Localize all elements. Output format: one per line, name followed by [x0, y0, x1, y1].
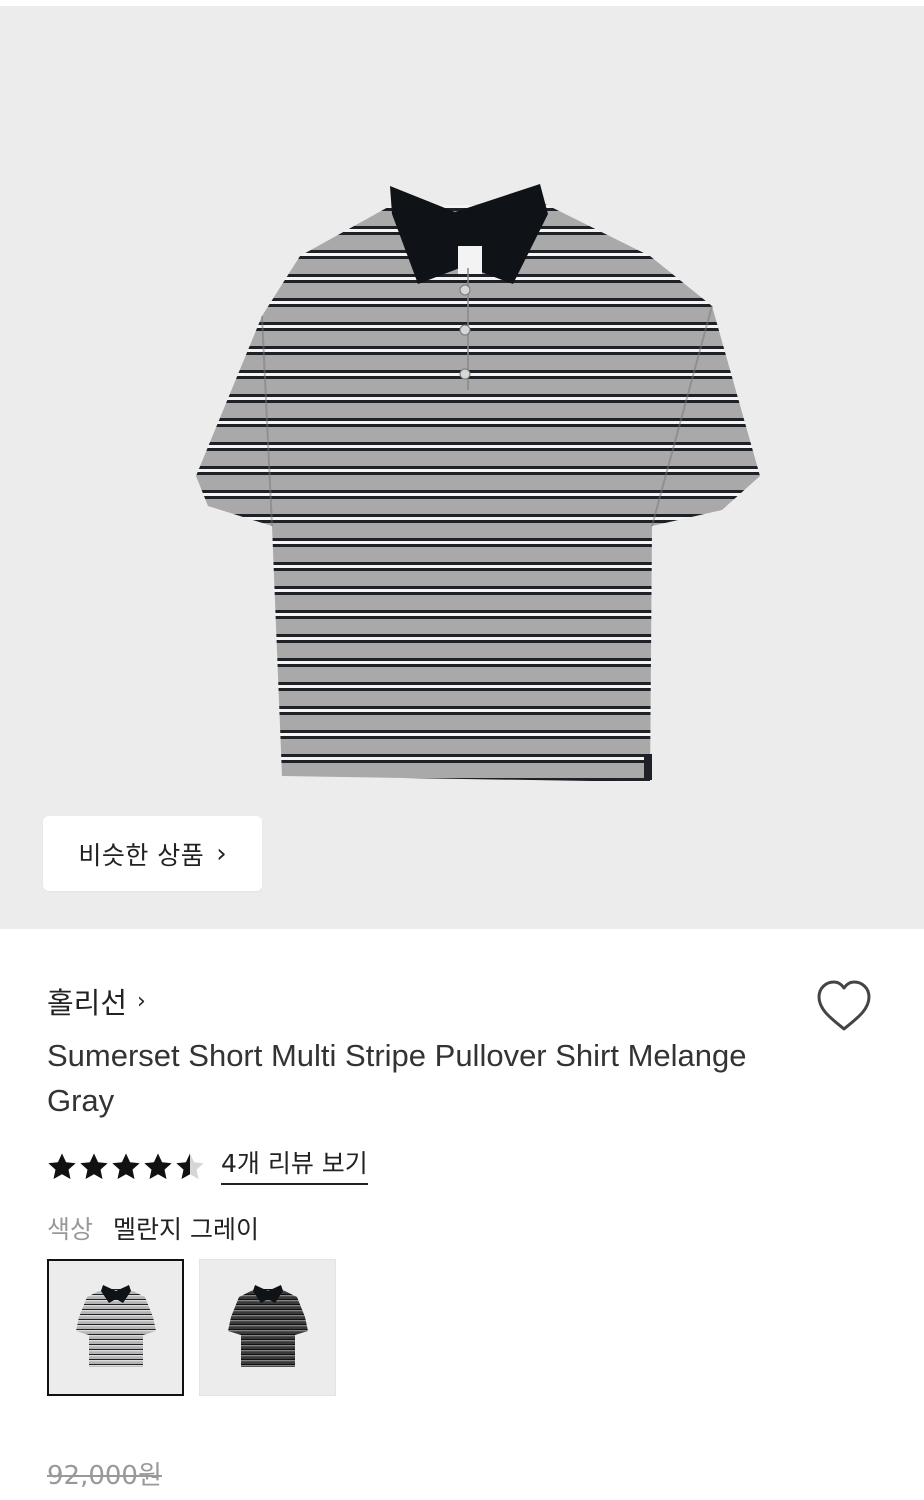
- star-icon: [144, 1153, 172, 1179]
- product-image-area: 비슷한 상품 ›: [0, 6, 924, 929]
- star-icon: [48, 1153, 76, 1179]
- review-link[interactable]: 4개 리뷰 보기: [221, 1149, 368, 1185]
- star-icon: [80, 1153, 108, 1179]
- similar-products-label: 비슷한 상품: [78, 840, 205, 870]
- color-swatches: [47, 1259, 351, 1396]
- rating-row: 4개 리뷰 보기: [47, 1147, 368, 1187]
- swatch-melange-gray[interactable]: [47, 1259, 184, 1396]
- brand-link[interactable]: 홀리선 ›: [47, 980, 146, 1022]
- product-title: Sumerset Short Multi Stripe Pullover Shi…: [47, 1038, 747, 1118]
- original-price: 92,000원: [47, 1461, 162, 1491]
- heart-icon[interactable]: [814, 978, 874, 1034]
- star-icon: [176, 1153, 204, 1179]
- rating-stars: [47, 1152, 207, 1182]
- swatch-charcoal-image: [227, 1284, 308, 1367]
- brand-name: 홀리선: [47, 986, 128, 1020]
- product-image: [196, 184, 760, 782]
- chevron-right-icon: ›: [216, 838, 227, 869]
- star-icon: [112, 1153, 140, 1179]
- color-label: 색상: [47, 1215, 94, 1244]
- similar-products-button[interactable]: 비슷한 상품 ›: [43, 816, 262, 891]
- chevron-right-icon: ›: [137, 988, 146, 1014]
- swatch-charcoal[interactable]: [199, 1259, 336, 1396]
- color-row: 색상 멜란지 그레이: [47, 1210, 259, 1246]
- color-value: 멜란지 그레이: [113, 1215, 259, 1244]
- swatch-melange-gray-image: [75, 1284, 156, 1367]
